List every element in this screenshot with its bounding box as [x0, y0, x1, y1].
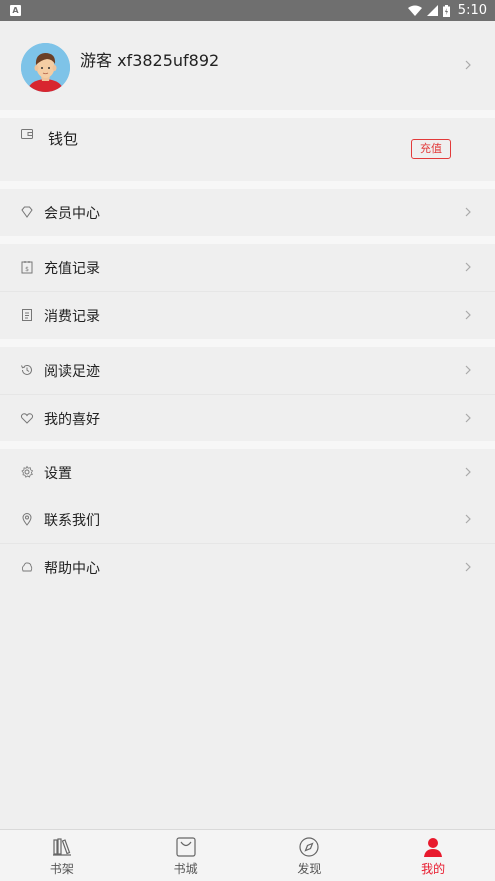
menu-item-settings[interactable]: 设置 — [0, 449, 495, 496]
battery-icon — [442, 4, 450, 17]
location-pin-icon — [22, 513, 32, 526]
tab-mine[interactable]: 我的 — [371, 830, 495, 881]
section-gap — [0, 441, 495, 449]
menu-item-label: 联系我们 — [44, 513, 100, 529]
menu-item-reading-history[interactable]: 阅读足迹 — [0, 347, 495, 394]
menu-item-vip-center[interactable]: 会员中心 — [0, 189, 495, 236]
menu-item-contact-us[interactable]: 联系我们 — [0, 496, 495, 543]
chevron-right-icon — [465, 310, 471, 320]
history-clock-icon — [21, 364, 32, 375]
app-notification-icon: A — [10, 5, 21, 16]
chevron-right-icon — [465, 207, 471, 217]
menu-item-label: 阅读足迹 — [44, 364, 100, 380]
gear-icon — [21, 465, 34, 478]
svg-text:$: $ — [25, 266, 29, 273]
chevron-right-icon — [465, 514, 471, 524]
tab-label: 书架 — [49, 862, 74, 876]
profile-header[interactable]: 游客 xf3825uf892 — [0, 21, 495, 110]
profile-name: 游客 xf3825uf892 — [80, 51, 220, 70]
wifi-icon — [407, 5, 422, 16]
chevron-right-icon — [465, 365, 471, 375]
menu-item-label: 会员中心 — [44, 206, 100, 222]
bookshelf-icon — [52, 838, 71, 856]
heart-icon — [20, 413, 34, 424]
tab-label: 发现 — [297, 862, 322, 876]
bottom-tab-bar: 书架 书城 发现 我的 — [0, 829, 495, 881]
chevron-right-icon — [465, 60, 471, 70]
wallet-icon — [21, 129, 33, 139]
status-bar: A 5:10 — [0, 0, 495, 21]
tab-bookshelf[interactable]: 书架 — [0, 830, 124, 881]
receipt-icon — [22, 309, 32, 321]
recharge-record-icon: $ — [21, 261, 33, 274]
chevron-right-icon — [465, 467, 471, 477]
menu-item-help-center[interactable]: 帮助中心 — [0, 544, 495, 591]
diamond-icon — [21, 206, 33, 218]
menu-item-my-favorites[interactable]: 我的喜好 — [0, 395, 495, 442]
shopping-bag-icon — [176, 837, 196, 857]
menu-item-label: 消费记录 — [44, 309, 100, 325]
menu-item-recharge-records[interactable]: $ 充值记录 — [0, 244, 495, 291]
menu-item-label: 设置 — [44, 466, 72, 482]
section-gap — [0, 110, 495, 118]
section-gap — [0, 339, 495, 347]
chevron-right-icon — [465, 262, 471, 272]
menu-item-label: 我的喜好 — [44, 412, 100, 428]
section-gap — [0, 181, 495, 189]
wallet-section: 钱包 充值 — [0, 118, 495, 181]
wallet-label: 钱包 — [48, 130, 79, 148]
chevron-right-icon — [465, 562, 471, 572]
recharge-button[interactable]: 充值 — [411, 139, 451, 159]
menu-item-label: 充值记录 — [44, 261, 100, 277]
tab-label: 我的 — [421, 862, 446, 876]
tab-label: 书城 — [173, 862, 198, 876]
avatar[interactable] — [21, 43, 70, 92]
help-icon — [21, 562, 33, 572]
cell-signal-icon — [426, 5, 438, 16]
menu-item-consume-records[interactable]: 消费记录 — [0, 292, 495, 339]
tab-discover[interactable]: 发现 — [248, 830, 372, 881]
tab-bookstore[interactable]: 书城 — [124, 830, 248, 881]
compass-icon — [299, 837, 319, 857]
chevron-right-icon — [465, 413, 471, 423]
menu-item-label: 帮助中心 — [44, 561, 100, 577]
user-icon — [424, 838, 443, 857]
status-time: 5:10 — [457, 3, 487, 18]
avatar-image — [21, 43, 70, 92]
section-gap — [0, 236, 495, 244]
